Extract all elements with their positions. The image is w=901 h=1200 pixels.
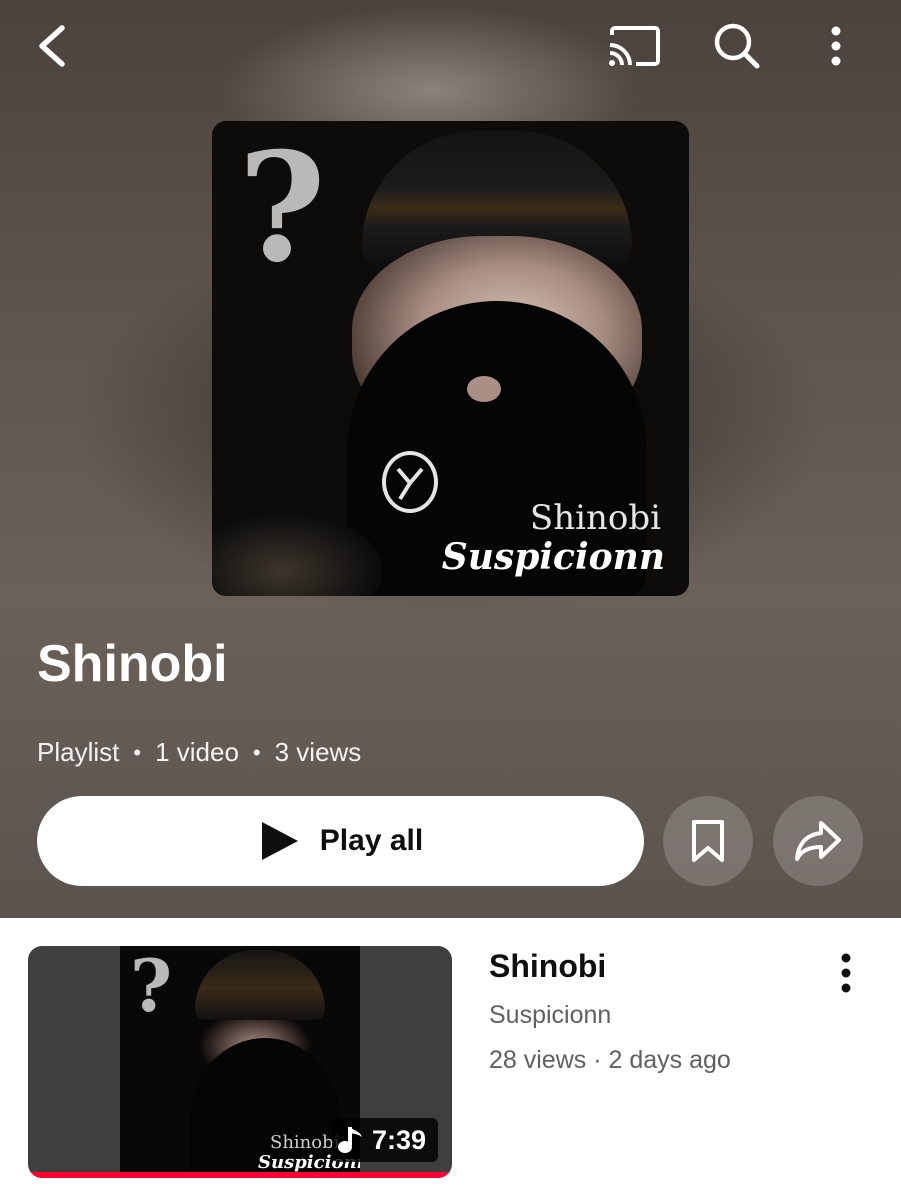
thumbnail-title-text: Shinobi — [270, 1132, 340, 1153]
cover-mask-hole — [467, 376, 501, 402]
cover-artist-text: Suspicionn — [441, 536, 665, 578]
top-bar — [0, 0, 901, 100]
save-playlist-button[interactable] — [663, 796, 753, 886]
more-vertical-icon — [841, 953, 851, 993]
playlist-type: Playlist — [37, 737, 120, 767]
thumbnail-art: ? Shinobi Suspicionn — [120, 946, 360, 1178]
music-note-icon — [337, 1127, 362, 1153]
search-icon — [714, 23, 760, 69]
playlist-views: 3 views — [274, 737, 362, 767]
video-thumbnail[interactable]: ? Shinobi Suspicionn 7:39 — [28, 946, 452, 1178]
cover-logo: ? — [238, 121, 326, 296]
thumbnail-beanie — [195, 950, 325, 1020]
playlist-title: Shinobi — [37, 635, 228, 693]
share-playlist-button[interactable] — [773, 796, 863, 886]
meta-separator: • — [133, 739, 142, 765]
playlist-video-item[interactable]: ? Shinobi Suspicionn 7:39 Shinobi Suspic… — [0, 918, 901, 1200]
meta-separator: • — [252, 739, 261, 765]
video-title[interactable]: Shinobi — [489, 948, 606, 985]
duration-text: 7:39 — [371, 1124, 426, 1155]
thumbnail-logo: ? — [130, 946, 173, 1028]
play-icon — [261, 822, 298, 860]
search-button[interactable] — [708, 18, 764, 74]
cast-icon — [609, 26, 660, 66]
playlist-meta: Playlist • 1 video • 3 views — [37, 737, 361, 768]
playlist-cover-image: ? Shinobi Suspicionn — [212, 121, 689, 596]
share-icon — [795, 821, 841, 861]
bookmark-icon — [692, 820, 724, 862]
cover-title-text: Shinobi — [529, 498, 661, 538]
back-button[interactable] — [24, 18, 80, 74]
chevron-left-icon — [39, 25, 65, 67]
video-stats: 28 views · 2 days ago — [489, 1046, 731, 1074]
cover-emblem-icon — [382, 451, 438, 513]
duration-badge: 7:39 — [331, 1118, 438, 1162]
playlist-header: ? Shinobi Suspicionn Shinobi Playlist • … — [0, 0, 901, 918]
watch-progress-bar — [28, 1172, 452, 1178]
video-channel[interactable]: Suspicionn — [489, 1001, 611, 1030]
more-vertical-icon — [831, 26, 841, 66]
playlist-video-count: 1 video — [155, 737, 239, 767]
video-more-button[interactable] — [826, 948, 866, 998]
more-options-button[interactable] — [808, 18, 864, 74]
play-all-button[interactable]: Play all — [37, 796, 644, 886]
cast-button[interactable] — [606, 18, 662, 74]
play-all-label: Play all — [319, 824, 424, 857]
